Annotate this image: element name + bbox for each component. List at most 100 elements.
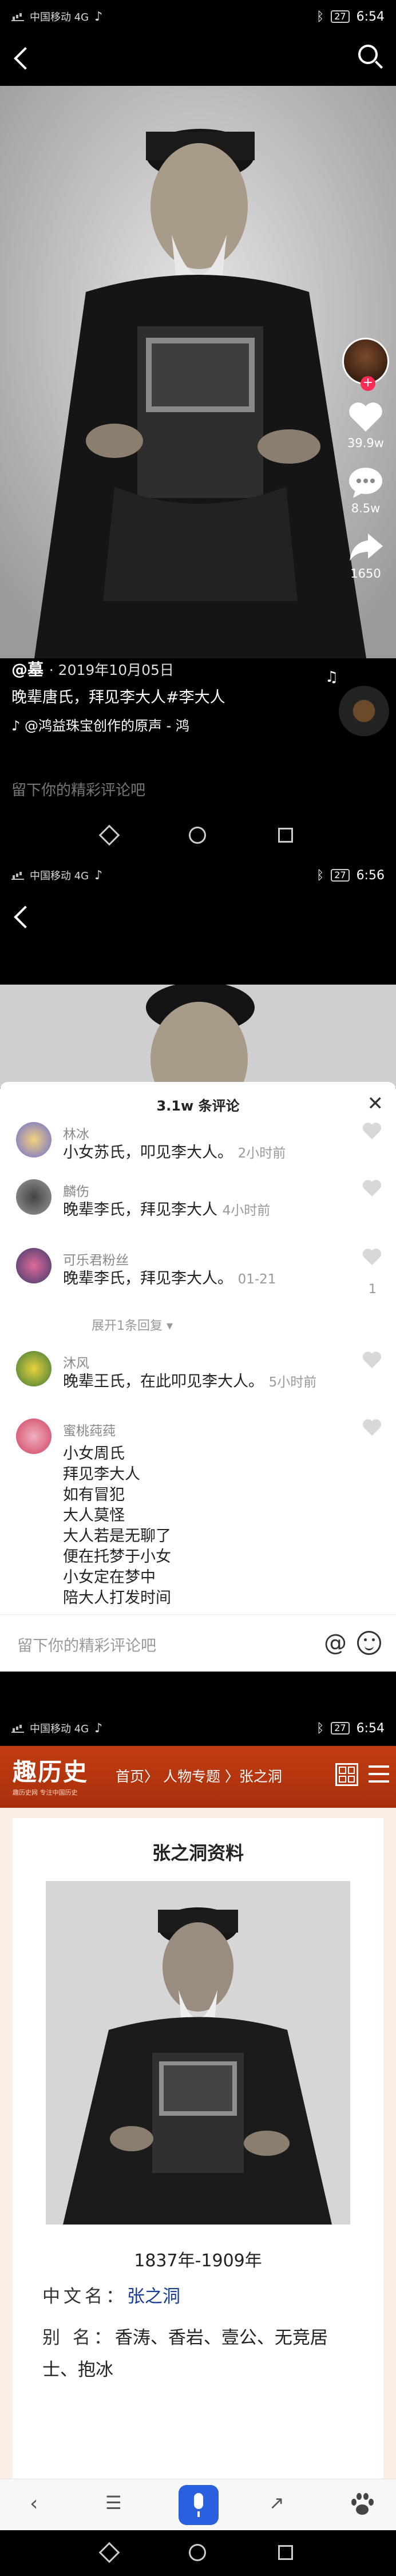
browser-menu-icon[interactable]: ☰ [105,2492,122,2514]
share-count: 1650 [350,567,381,580]
nav-recent-icon[interactable] [278,828,293,843]
nav-home-icon[interactable] [189,2544,206,2561]
commenter-name[interactable]: 麟伤 [63,1180,89,1200]
browser-share-icon[interactable]: ↗ [269,2492,284,2514]
comment-item[interactable]: 蜜桃莼莼 小女周氏 拜见李大人 如有冒犯 大人莫怪 大人若是无聊了 便在托梦于小… [16,1419,382,1607]
music-title: @鸿益珠宝创作的原声 - 鸿 [24,718,189,734]
like-count: 39.9w [347,436,384,450]
menu-icon[interactable] [369,1765,389,1783]
field-label: 别 名： [42,2328,115,2348]
comment-item[interactable]: 麟伤 晚辈李氏，拜见李大人 4小时前 [16,1179,382,1236]
comment-item[interactable]: 林冰 小女苏氏，叩见李大人。 2小时前 [16,1122,382,1174]
back-icon[interactable] [14,47,37,70]
status-bar-3: 中国移动 4G ♪ ᛒ 27 6:54 [0,1712,396,1745]
breadcrumb[interactable]: 首页〉 人物专题 〉张之洞 [116,1765,282,1786]
signal-icon [11,871,24,880]
clock: 6:54 [356,9,385,24]
comment-icon [349,468,382,498]
logo-subtitle: 趣历史网 专注中国历史 [13,1789,78,1796]
comment-time: 5小时前 [268,1375,317,1390]
search-icon[interactable] [358,45,378,64]
author-avatar-button[interactable]: + [342,338,389,391]
field-value-link[interactable]: 张之洞 [127,2286,180,2307]
nav-recent-icon[interactable] [278,2545,293,2560]
tiktok-status-icon: ♪ [94,1721,103,1736]
article-title: 张之洞资料 [152,1842,244,1864]
comment-body: 晚辈李氏，拜见李大人。 [63,1270,233,1287]
comment-body: 晚辈李氏，拜见李大人 [63,1201,217,1219]
battery-icon: 27 [331,1722,350,1735]
site-logo[interactable]: 趣历史 趣历史网 专注中国历史 [13,1753,108,1801]
comment-item[interactable]: 可乐君粉丝 晚辈李氏，拜见李大人。 01-21 1 [16,1248,382,1317]
comment-like-icon[interactable] [363,1420,382,1437]
portrait-image [46,1881,350,2225]
follow-plus-icon[interactable]: + [361,376,375,391]
music-line[interactable]: ♪ @鸿益珠宝创作的原声 - 鸿 [11,714,189,734]
music-note-icon: ♪ [11,718,25,734]
nav-back-icon[interactable] [98,2542,120,2563]
comment-like-icon[interactable] [363,1180,382,1198]
comment-input-bar[interactable]: 留下你的精彩评论吧 [0,767,396,807]
commenter-name[interactable]: 林冰 [63,1123,89,1143]
nav-back-icon[interactable] [98,824,120,846]
commenter-avatar[interactable] [16,1419,52,1454]
comment-text: 小女苏氏，叩见李大人。 2小时前 [63,1143,286,1164]
heart-icon [349,402,382,432]
mention-icon[interactable]: @ [324,1630,347,1656]
commenter-avatar[interactable] [16,1122,52,1157]
comment-count: 8.5w [351,501,381,515]
video-caption: 晚辈唐氏，拜见李大人#李大人 [11,689,225,706]
battery-icon: 27 [331,869,350,882]
portrait-image [0,86,396,658]
field-alias: 别 名：香涛、香岩、壹公、无竞居士、抱冰 [42,2322,363,2386]
tiktok-status-icon: ♪ [94,868,103,883]
back-icon[interactable] [14,906,37,929]
video-frame-2[interactable] [0,985,396,1088]
comment-sheet-title: 3.1w 条评论 [156,1098,240,1114]
comment-like-icon[interactable] [363,1123,382,1140]
commenter-avatar[interactable] [16,1351,52,1386]
commenter-avatar[interactable] [16,1179,52,1215]
emoji-icon[interactable] [357,1631,381,1655]
commenter-name[interactable]: 蜜桃莼莼 [63,1420,116,1439]
logo-text: 趣历史 [13,1758,89,1786]
avatar[interactable]: + [342,338,389,391]
share-button[interactable]: 1650 [347,531,384,580]
post-date: · 2019年10月05日 [49,662,174,678]
comment-button[interactable]: 8.5w [347,466,384,515]
video-top-nav-2 [0,893,396,939]
site-header: 趣历史 趣历史网 专注中国历史 首页〉 人物专题 〉张之洞 [0,1746,396,1808]
comment-time: 4小时前 [222,1203,271,1218]
music-disc-icon[interactable] [339,686,389,736]
comment-input-placeholder: 留下你的精彩评论吧 [17,1637,156,1655]
baidu-paw-icon[interactable] [350,2493,374,2516]
carrier-label: 中国移动 4G [30,870,89,882]
commenter-name[interactable]: 可乐君粉丝 [63,1249,129,1269]
author-name[interactable]: @墓 [11,660,43,679]
comment-like-icon[interactable] [363,1249,382,1266]
comment-text: 晚辈李氏，拜见李大人 4小时前 [63,1200,270,1221]
expand-replies-link[interactable]: 展开1条回复 ▾ [92,1315,173,1334]
status-bar: 中国移动 4G ♪ ᛒ 27 6:54 [0,0,396,33]
grid-icon[interactable] [335,1763,358,1786]
comment-body: 晚辈王氏，在此叩见李大人。 [63,1373,264,1390]
comment-time: 2小时前 [237,1146,286,1161]
comment-input-bar[interactable]: 留下你的精彩评论吧 @ [0,1614,396,1672]
nav-home-icon[interactable] [189,827,206,844]
video-frame[interactable] [0,86,396,658]
clock: 6:56 [356,868,385,883]
browser-back-icon[interactable]: ‹ [30,2492,38,2515]
commenter-avatar[interactable] [16,1248,52,1283]
commenter-name[interactable]: 沐风 [63,1352,89,1372]
music-notes-icon: ♫ [325,669,339,686]
voice-search-icon[interactable] [179,2485,219,2525]
bluetooth-icon: ᛒ [316,1721,324,1736]
like-button[interactable]: 39.9w [347,401,384,450]
comment-item[interactable]: 沐风 晚辈王氏，在此叩见李大人。 5小时前 [16,1351,382,1408]
share-icon [350,534,383,561]
portrait-photo [46,1881,350,2225]
comment-like-icon[interactable] [363,1352,382,1369]
carrier-label: 中国移动 4G [30,1723,89,1735]
close-icon[interactable]: ✕ [367,1092,384,1115]
comment-text: 晚辈王氏，在此叩见李大人。 5小时前 [63,1372,316,1393]
